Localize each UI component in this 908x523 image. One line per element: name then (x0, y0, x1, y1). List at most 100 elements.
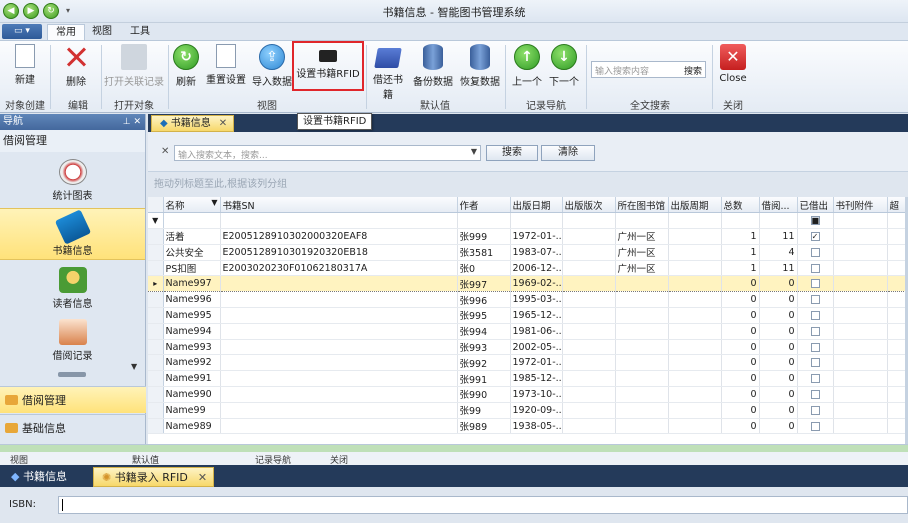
cell-edition[interactable] (562, 386, 616, 403)
cell-attachment[interactable] (833, 386, 888, 403)
cell-edition[interactable] (562, 244, 616, 261)
cell-sn[interactable]: E2003020230F01062180317A (220, 260, 458, 277)
column-header[interactable]: 出版日期 (510, 197, 563, 214)
cell-author[interactable]: 张993 (457, 339, 511, 356)
cell-name[interactable]: Name993 (163, 339, 221, 356)
cell-period[interactable] (668, 260, 722, 277)
column-header[interactable]: 所在图书馆 (615, 197, 669, 214)
cell-sn[interactable] (220, 339, 458, 356)
borrowed-checkbox[interactable] (810, 374, 820, 384)
cell-borrow-count[interactable]: 0 (759, 307, 798, 324)
cell-date[interactable]: 1985-12-... (510, 370, 563, 388)
cell-edition[interactable] (562, 275, 616, 293)
cell-period[interactable] (668, 275, 722, 293)
column-header[interactable]: 总数 (721, 197, 760, 214)
cell-period[interactable] (668, 244, 722, 261)
prev-record-button[interactable]: ↑ 上一个 (510, 44, 544, 92)
cell-total[interactable]: 1 (721, 228, 760, 245)
delete-button[interactable]: 删除 (56, 44, 96, 92)
cell-period[interactable] (668, 386, 722, 403)
cell-name[interactable]: Name997 (163, 275, 221, 293)
auto-filter-row[interactable]: ▼ ■ (148, 212, 908, 230)
cell-borrow-count[interactable]: 11 (759, 228, 798, 245)
cell-attachment[interactable] (833, 275, 888, 293)
table-row[interactable]: Name996 张996 1995-03-... 0 0 (148, 291, 908, 309)
cell-date[interactable]: 1965-12-... (510, 307, 563, 324)
cell-library[interactable] (615, 354, 669, 372)
borrow-button[interactable]: 借还书籍 (369, 44, 407, 101)
cell-period[interactable] (668, 323, 722, 340)
cell-edition[interactable] (562, 323, 616, 340)
cell-sn[interactable] (220, 370, 458, 388)
cell-borrowed[interactable] (797, 275, 834, 293)
cell-library[interactable] (615, 386, 669, 403)
cell-period[interactable] (668, 370, 722, 388)
table-row[interactable]: Name990 张990 1973-10-... 0 0 (148, 386, 908, 403)
column-header[interactable]: 作者 (457, 197, 511, 214)
cell-sn[interactable] (220, 354, 458, 372)
cell-library[interactable] (615, 370, 669, 388)
cell-edition[interactable] (562, 339, 616, 356)
row-indicator[interactable] (148, 244, 164, 261)
cell-sn[interactable] (220, 291, 458, 309)
cell-author[interactable]: 张99 (457, 402, 511, 419)
cell-period[interactable] (668, 307, 722, 324)
column-header[interactable]: 名称 ▼ (163, 197, 221, 214)
borrowed-checkbox[interactable]: ✓ (810, 231, 820, 241)
cell-total[interactable]: 0 (721, 386, 760, 403)
borrowed-checkbox[interactable] (810, 279, 820, 289)
nav-item-stats[interactable]: 统计图表 (0, 154, 145, 206)
close-button[interactable]: ✕ Close (716, 44, 750, 92)
borrowed-checkbox[interactable] (810, 326, 820, 336)
cell-edition[interactable] (562, 402, 616, 419)
cell-borrow-count[interactable]: 4 (759, 244, 798, 261)
row-indicator[interactable] (148, 354, 164, 372)
cell-name[interactable]: Name994 (163, 323, 221, 340)
cell-borrowed[interactable] (797, 370, 834, 388)
cell-total[interactable]: 0 (721, 307, 760, 324)
cell-name[interactable]: Name990 (163, 386, 221, 403)
cell-library[interactable]: 广州一区 (615, 260, 669, 277)
cell-name[interactable]: Name991 (163, 370, 221, 388)
cell-date[interactable]: 1920-09-... (510, 402, 563, 419)
cell-period[interactable] (668, 339, 722, 356)
cell-date[interactable]: 2002-05-... (510, 339, 563, 356)
borrowed-checkbox[interactable] (810, 247, 820, 257)
nav-item-records[interactable]: 借阅记录 (0, 314, 145, 366)
open-related-button[interactable]: 打开关联记录 (104, 44, 164, 92)
cell-attachment[interactable] (833, 228, 888, 245)
column-header[interactable]: 借阅... (759, 197, 798, 214)
row-indicator[interactable]: ▸ (148, 275, 164, 293)
cell-total[interactable]: 0 (721, 370, 760, 388)
cell-borrowed[interactable] (797, 402, 834, 419)
cell-sn[interactable] (220, 323, 458, 340)
table-row[interactable]: ▸ Name997 张997 1969-02-... 0 0 (148, 275, 908, 293)
cell-date[interactable]: 1973-10-... (510, 386, 563, 403)
cell-library[interactable] (615, 291, 669, 309)
cell-borrowed[interactable] (797, 244, 834, 261)
cell-author[interactable]: 张990 (457, 386, 511, 403)
column-header[interactable]: 已借出 (797, 197, 834, 214)
table-row[interactable]: Name994 张994 1981-06-... 0 0 (148, 323, 908, 340)
cell-author[interactable]: 张992 (457, 354, 511, 372)
cell-total[interactable]: 0 (721, 418, 760, 435)
app-menu-button[interactable]: ▭ ▾ (2, 24, 42, 39)
find-clear-button[interactable]: 清除 (541, 145, 595, 161)
borrowed-checkbox[interactable] (810, 342, 820, 352)
cell-attachment[interactable] (833, 370, 888, 388)
tab-view[interactable]: 视图 (84, 24, 120, 40)
cell-attachment[interactable] (833, 291, 888, 309)
table-row[interactable]: 公共安全 E2005128910301920320EB18 张3581 1983-07… (148, 244, 908, 261)
cell-library[interactable] (615, 339, 669, 356)
table-row[interactable]: Name995 张995 1965-12-... 0 0 (148, 307, 908, 324)
cell-name[interactable]: Name989 (163, 418, 221, 435)
nav-group-basic[interactable]: 基础信息 (0, 414, 146, 441)
close-tab-icon[interactable]: ✕ (219, 118, 227, 129)
cell-edition[interactable] (562, 307, 616, 324)
row-indicator[interactable] (148, 402, 164, 419)
cell-library[interactable]: 广州一区 (615, 228, 669, 245)
cell-total[interactable]: 0 (721, 339, 760, 356)
cell-borrow-count[interactable]: 0 (759, 339, 798, 356)
cell-author[interactable]: 张991 (457, 370, 511, 388)
cell-period[interactable] (668, 418, 722, 435)
